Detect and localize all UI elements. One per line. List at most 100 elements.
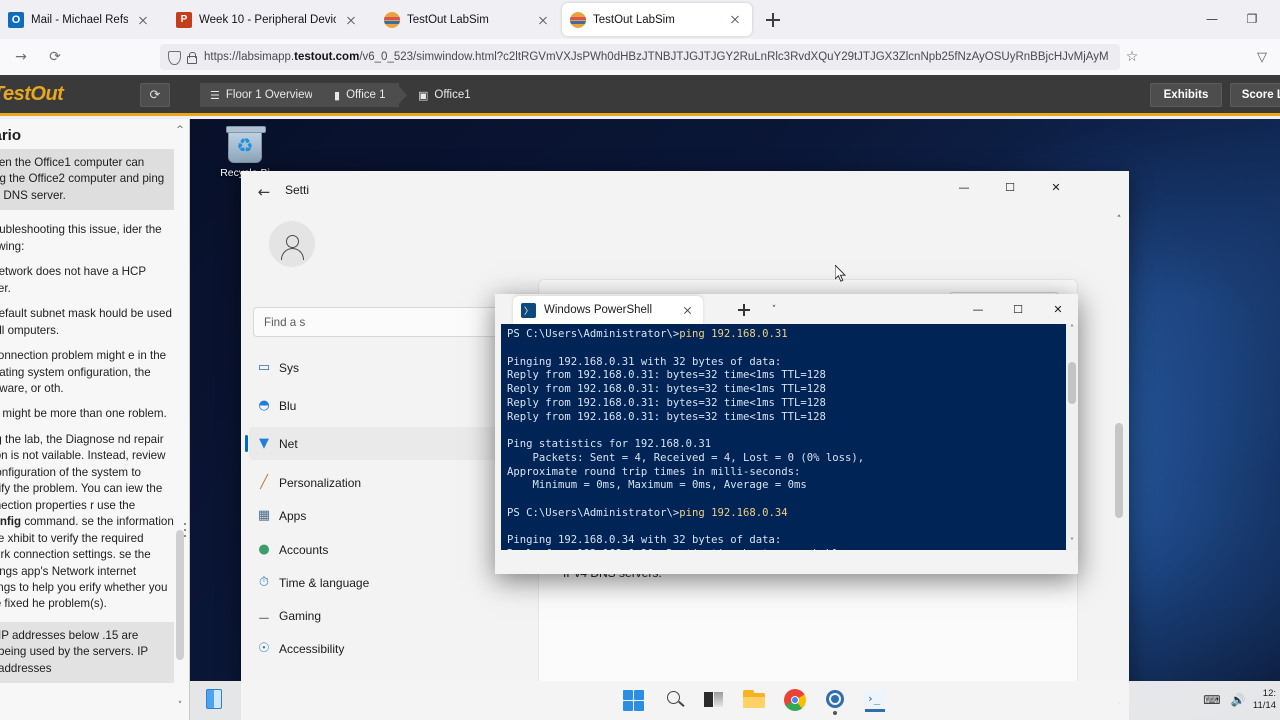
sidebar-item-time-language[interactable]: ⏱ Time & language	[249, 566, 507, 599]
scenario-callout-top: when the Office1 computer can ping the O…	[0, 149, 174, 211]
labsim-refresh-button[interactable]: ⟳	[140, 83, 170, 107]
breadcrumb-separator	[312, 83, 324, 107]
taskbar-clock[interactable]: 12: 11/14	[1253, 688, 1276, 712]
sidebar-item-accounts[interactable]: ● Accounts	[249, 533, 507, 566]
settings-minimize-button[interactable]: —	[941, 171, 987, 204]
sidebar-item-label: Time & language	[279, 575, 370, 590]
forward-button[interactable]: →	[10, 46, 32, 68]
breadcrumb-office1-machine[interactable]: ▣ Office1	[408, 83, 485, 107]
browser-tab-labsim-1[interactable]: TestOut LabSim	[376, 4, 560, 36]
scroll-up-icon[interactable]: ˄	[1066, 324, 1078, 337]
shield-icon[interactable]	[166, 50, 181, 65]
outlook-icon	[8, 12, 24, 28]
settings-icon[interactable]	[821, 688, 849, 715]
user-account-chip[interactable]	[269, 221, 315, 267]
scroll-up-icon[interactable]: ˄	[1113, 215, 1125, 229]
breadcrumb-label: Office 1	[346, 89, 386, 101]
new-tab-button[interactable]	[762, 9, 784, 31]
score-lab-button[interactable]: Score La	[1230, 83, 1280, 107]
settings-titlebar[interactable]: ← Setti — ☐ ✕	[241, 171, 1129, 211]
find-a-setting-input[interactable]: Find a s	[253, 307, 503, 337]
exhibits-label: Exhibits	[1163, 89, 1209, 101]
vm-desktop[interactable]: Recycle Bi ← Setti — ☐ ✕	[190, 119, 1280, 720]
settings-content-scrollbar[interactable]: ˄ ˅	[1113, 215, 1125, 716]
scrollbar-thumb[interactable]	[1068, 362, 1076, 404]
console-line: Ping statistics for 192.168.0.31	[507, 438, 712, 451]
sidebar-item-label: Net	[279, 436, 298, 451]
settings-close-button[interactable]: ✕	[1033, 171, 1079, 204]
powershell-scrollbar[interactable]: ˄ ˅	[1066, 324, 1078, 550]
powershell-maximize-button[interactable]: ☐	[998, 294, 1038, 324]
minimize-icon: —	[1206, 12, 1218, 26]
sidebar-item-system[interactable]: ▭ Sys	[249, 351, 507, 384]
network-glyph: ⌨	[1203, 693, 1221, 707]
close-icon[interactable]	[342, 11, 360, 29]
widgets-icon[interactable]	[206, 689, 230, 711]
reload-button[interactable]: ⟳	[44, 46, 66, 68]
powershell-minimize-button[interactable]: —	[958, 294, 998, 324]
breadcrumb-floor-1-overview[interactable]: ☰ Floor 1 Overview	[200, 83, 327, 107]
scenario-bullet-1: he network does not have a HCP server.	[0, 265, 146, 295]
pocket-glyph: ▽	[1257, 49, 1267, 65]
scroll-down-icon[interactable]: ˅	[1066, 537, 1078, 550]
sidebar-item-apps[interactable]: ▦ Apps	[249, 499, 507, 532]
powershell-tab[interactable]: Windows PowerShell	[513, 296, 703, 324]
sidebar-item-label: Blu	[279, 398, 297, 413]
search-icon[interactable]	[662, 688, 690, 714]
url-text: https://labsimapp.testout.com/v6_0_523/s…	[204, 51, 1114, 63]
breadcrumb-office-1[interactable]: ▮ Office 1	[324, 83, 400, 107]
sidebar-item-gaming[interactable]: ⚊ Gaming	[249, 599, 507, 632]
scenario-scrollbar[interactable]: ^ ˅	[175, 125, 185, 713]
chrome-icon[interactable]	[781, 688, 809, 714]
close-icon[interactable]	[726, 11, 744, 29]
panel-resize-grip[interactable]	[181, 519, 189, 551]
sidebar-item-personalization[interactable]: ╱ Personalization	[249, 466, 507, 499]
sidebar-item-bluetooth[interactable]: ◓ Blu	[249, 389, 507, 422]
address-bar[interactable]: https://labsimapp.testout.com/v6_0_523/s…	[160, 44, 1120, 70]
console-command: ping 192.168.0.34	[679, 506, 788, 519]
scrollbar-thumb[interactable]	[1115, 423, 1123, 518]
chevron-down-icon[interactable]: ˅	[765, 301, 783, 319]
network-icon: ▼	[259, 436, 269, 451]
close-icon[interactable]	[134, 11, 152, 29]
browser-tab-outlook[interactable]: Mail - Michael Refsnider - Outlo	[0, 4, 160, 36]
network-tray-icon[interactable]: ⌨	[1199, 687, 1225, 713]
powershell-window[interactable]: Windows PowerShell ˅ — ☐ ✕ PS C:\Users\A…	[495, 294, 1078, 574]
bookmark-star-icon[interactable]: ☆	[1122, 47, 1142, 67]
windows-icon: ▣	[418, 88, 429, 102]
close-icon[interactable]	[679, 302, 695, 318]
scroll-down-icon[interactable]: ˅	[175, 701, 185, 713]
settings-back-button[interactable]: ←	[249, 179, 279, 205]
browser-tab-powerpoint[interactable]: Week 10 - Peripheral Devices - C	[168, 4, 368, 36]
volume-tray-icon[interactable]: 🔊	[1225, 687, 1251, 713]
sidebar-item-accessibility[interactable]: ☉ Accessibility	[249, 632, 507, 665]
pocket-icon[interactable]: ▽	[1252, 47, 1272, 67]
sidebar-item-label: Accounts	[279, 542, 329, 557]
scenario-callout-bottom: IP addresses below .15 are being used by…	[0, 621, 174, 684]
task-view-icon[interactable]	[701, 688, 729, 714]
file-explorer-icon[interactable]	[741, 688, 769, 714]
settings-maximize-button[interactable]: ☐	[987, 171, 1033, 204]
url-prefix: https://labsimapp.	[204, 51, 295, 63]
browser-tab-labsim-2-active[interactable]: TestOut LabSim	[562, 3, 752, 36]
minimize-icon: —	[972, 302, 984, 316]
powershell-icon[interactable]: ›_	[861, 688, 889, 714]
window-minimize-button[interactable]: —	[1198, 8, 1226, 30]
console-line: Minimum = 0ms, Maximum = 0ms, Average = …	[507, 479, 807, 492]
close-icon[interactable]	[534, 11, 552, 29]
lock-icon[interactable]	[184, 50, 198, 64]
powershell-console[interactable]: PS C:\Users\Administrator\> ping 192.168.…	[501, 324, 1072, 550]
powershell-close-button[interactable]: ✕	[1038, 294, 1078, 324]
scroll-up-icon[interactable]: ^	[175, 125, 185, 137]
sidebar-item-network[interactable]: ▼ Net	[245, 427, 507, 460]
powershell-new-tab-button[interactable]	[735, 301, 753, 319]
console-prompt: PS C:\Users\Administrator\>	[507, 328, 680, 340]
testout-icon	[384, 12, 400, 28]
window-restore-button[interactable]: ❐	[1238, 8, 1266, 30]
start-icon[interactable]	[620, 688, 648, 714]
exhibits-button[interactable]: Exhibits	[1150, 83, 1222, 107]
scenario-paragraph-2: uring the lab, the Diagnose nd repair op…	[0, 432, 174, 613]
console-line: PS C:\Users\Administrator\>ping 192.168.…	[507, 507, 1055, 521]
sidebar-item-label: Apps	[279, 508, 307, 523]
